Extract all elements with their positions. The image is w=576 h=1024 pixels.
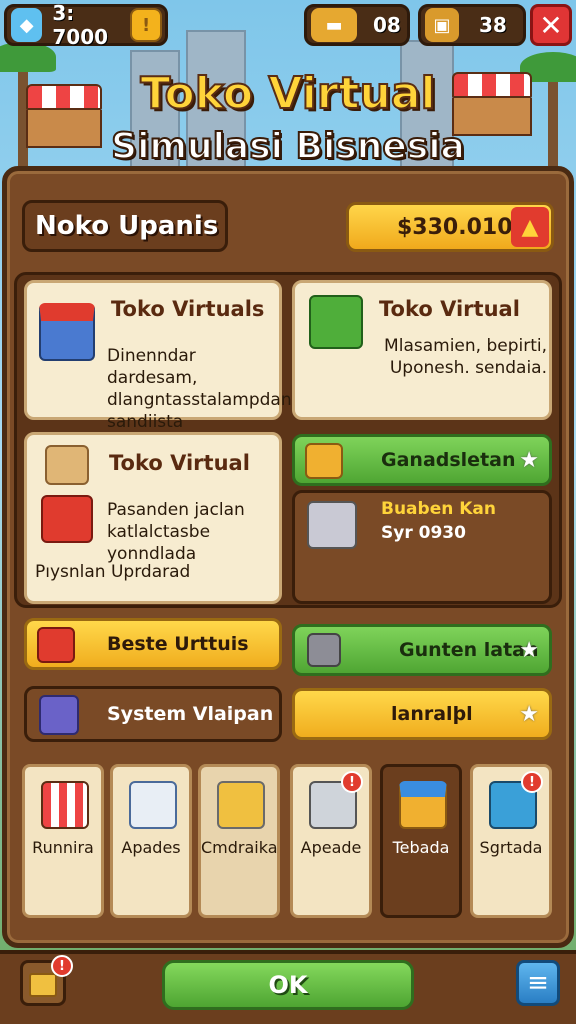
tile-runnira[interactable]: Runnira — [22, 764, 104, 918]
store-card-3[interactable]: Toko Virtual Pasanden jaclan katlalctasb… — [24, 432, 282, 604]
button-label: Ganadsletan — [381, 449, 516, 471]
resource-b-value: 38 — [479, 13, 507, 37]
coin-icon[interactable]: ! — [130, 8, 162, 42]
game-title: Toko Virtual — [139, 67, 436, 120]
tile-sgrtada[interactable]: ! Sgrtada — [470, 764, 552, 918]
button-label: Gunten latan — [399, 639, 539, 661]
star-icon: ★ — [519, 702, 539, 727]
beste-urttuis-button[interactable]: Beste Urttuis — [24, 618, 282, 670]
gunten-latan-button[interactable]: Gunten latan ★ — [292, 624, 552, 676]
card-description: Pasanden jaclan katlalctasbe yonndlada — [107, 500, 245, 564]
close-button[interactable]: ✕ — [530, 4, 572, 46]
gem-icon: ◆ — [11, 8, 43, 42]
box-icon — [45, 445, 89, 485]
gems-value: 3: 7000 — [52, 1, 109, 49]
resource-b-counter[interactable]: ▣ 38 — [418, 4, 526, 46]
card-title: Toko Virtuals — [111, 297, 265, 321]
card-description: Dinenndar dardesam, dlangntasstalampdan … — [107, 346, 292, 432]
money-display[interactable]: $330.010 ▲ — [346, 202, 554, 252]
upgrade-arrow-icon[interactable]: ▲ — [511, 207, 549, 247]
tile-tebada[interactable]: Tebada — [380, 764, 462, 918]
gold-bars-icon: ▬ — [311, 8, 357, 42]
resource-a-value: 08 — [373, 13, 401, 37]
notification-badge: ! — [341, 771, 363, 793]
button-label: System Vlaipan — [107, 703, 274, 725]
resource-a-counter[interactable]: ▬ 08 — [304, 4, 410, 46]
menu-button[interactable]: ≡ — [516, 960, 560, 1006]
storefront-icon — [41, 781, 89, 829]
tile-apeade[interactable]: ! Apeade — [290, 764, 372, 918]
tile-label: Cmdraika — [201, 838, 278, 857]
money-value: $330.010 — [397, 214, 513, 240]
tile-label: Sgrtada — [479, 838, 543, 857]
cart-icon — [217, 781, 265, 829]
store-header: Noko Upanis $330.010 ▲ — [22, 200, 554, 256]
ganadsletan-button[interactable]: Ganadsletan ★ — [292, 434, 552, 486]
button-label: Beste Urttuis — [107, 633, 249, 655]
shopping-cart-icon — [307, 501, 357, 549]
tile-label: Apades — [121, 838, 181, 857]
tile-cmdraika[interactable]: Cmdraika — [198, 764, 280, 918]
info-value: Syr 0930 — [381, 523, 466, 543]
store-card-1[interactable]: Toko Virtuals Dinenndar dardesam, dlangn… — [24, 280, 292, 432]
store-card-2[interactable]: Toko Virtual Mlasamien, bepirti, Uponesh… — [292, 280, 552, 420]
tile-label: Tebada — [392, 838, 450, 857]
card-title: Toko Virtual — [379, 297, 520, 321]
card-title: Toko Virtual — [109, 451, 250, 475]
tile-label: Runnira — [32, 838, 94, 857]
lanralbl-button[interactable]: lanralþl ★ — [292, 688, 552, 740]
system-vlaipan-button[interactable]: System Vlaipan — [24, 686, 282, 742]
notification-badge: ! — [521, 771, 543, 793]
house-icon — [39, 303, 95, 361]
ok-button[interactable]: OK — [162, 960, 414, 1010]
notification-badge: ! — [51, 955, 73, 977]
safe-icon — [307, 633, 341, 667]
card-description: Mlasamien, bepirti, Uponesh. sendaia. — [384, 336, 547, 378]
supply-box-icon — [399, 781, 447, 829]
inventory-button[interactable]: ! — [20, 955, 73, 1006]
shop-icon — [41, 495, 93, 543]
crate-icon — [305, 443, 343, 479]
tile-label: Apeade — [300, 838, 362, 857]
stall-icon — [37, 627, 75, 663]
star-icon: ★ — [519, 638, 539, 663]
info-card[interactable]: Buaben Kan Syr 0930 — [292, 490, 552, 604]
button-label: lanralþl — [391, 703, 473, 725]
info-title: Buaben Kan — [381, 499, 496, 519]
register-icon — [129, 781, 177, 829]
card-footer: Pıysnlan Uprdarad — [35, 562, 191, 582]
cube-icon — [39, 695, 79, 735]
game-subtitle: Simulasi Bisnesia — [110, 125, 466, 168]
gold-box-icon — [29, 973, 57, 997]
crate-icon: ▣ — [425, 8, 459, 42]
player-name: Noko Upanis — [22, 200, 228, 252]
tile-apades[interactable]: Apades — [110, 764, 192, 918]
star-icon: ★ — [519, 448, 539, 473]
gems-counter[interactable]: ◆ 3: 7000 ! — [4, 1, 168, 49]
